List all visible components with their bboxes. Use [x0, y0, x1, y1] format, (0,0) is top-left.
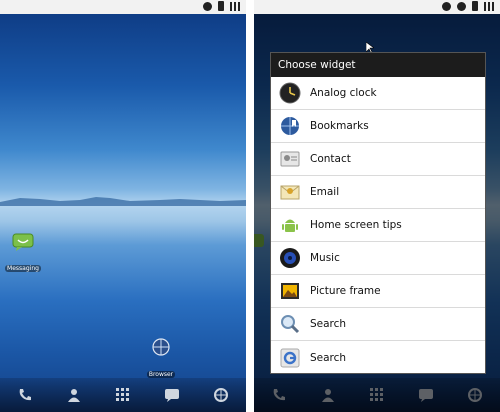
widget-label: Search [310, 351, 347, 364]
widget-item-email[interactable]: Email [271, 176, 485, 209]
analog-clock-icon [279, 82, 301, 104]
apps-grid-icon[interactable] [114, 386, 132, 404]
contact-icon [279, 148, 301, 170]
widget-label: Analog clock [310, 87, 377, 99]
choose-widget-dialog: Choose widget Analog clock Bookmarks Con… [270, 52, 486, 374]
battery-icon [472, 1, 478, 11]
widget-item-bookmarks[interactable]: Bookmarks [271, 110, 485, 143]
picture-frame-icon [279, 280, 301, 302]
sync-icon [442, 1, 451, 11]
widget-label: Email [310, 186, 340, 198]
widget-label: Search [310, 318, 347, 330]
widget-label: Bookmarks [310, 120, 369, 132]
battery-icon [218, 1, 224, 11]
widget-item-analog-clock[interactable]: Analog clock [271, 77, 485, 110]
app-label: Browser [146, 371, 176, 378]
widget-item-picture-frame[interactable]: Picture frame [271, 275, 485, 308]
home-screen-right: Me Choose widget Analog clock Bookmarks [254, 0, 500, 412]
widget-item-google-search[interactable]: Search [271, 341, 485, 374]
widget-label: Music [310, 252, 340, 264]
browser-icon[interactable] [212, 386, 230, 404]
signal-icon [230, 1, 240, 11]
messaging-icon[interactable] [163, 386, 181, 404]
messaging-app[interactable]: Messaging [0, 233, 46, 274]
wallpaper [0, 14, 246, 412]
alarm-icon [457, 1, 466, 11]
widget-item-music[interactable]: Music [271, 242, 485, 275]
widget-label: Picture frame [310, 285, 381, 297]
dock-bar [0, 378, 246, 412]
widget-item-home-screen-tips[interactable]: Home screen tips [271, 209, 485, 242]
widget-label: Home screen tips [310, 219, 402, 231]
messaging-icon [12, 233, 34, 251]
widget-item-search[interactable]: Search [271, 308, 485, 341]
search-magnifier-icon [279, 313, 301, 335]
contacts-icon[interactable] [65, 386, 83, 404]
widget-label: Contact [310, 153, 351, 165]
browser-icon [152, 338, 170, 356]
android-icon [279, 214, 301, 236]
home-screen-left: Messaging Browser [0, 0, 246, 412]
sync-icon [203, 1, 212, 11]
browser-app[interactable]: Browser [138, 337, 184, 380]
google-search-icon [279, 347, 301, 369]
dialog-title: Choose widget [271, 53, 485, 77]
music-icon [279, 247, 301, 269]
signal-icon [484, 1, 494, 11]
widget-item-contact[interactable]: Contact [271, 143, 485, 176]
bookmarks-icon [279, 115, 301, 137]
phone-icon[interactable] [16, 386, 34, 404]
status-bar [254, 0, 500, 14]
mountain-horizon [0, 197, 246, 206]
status-bar [0, 0, 246, 14]
email-icon [279, 181, 301, 203]
app-label: Messaging [5, 265, 41, 272]
